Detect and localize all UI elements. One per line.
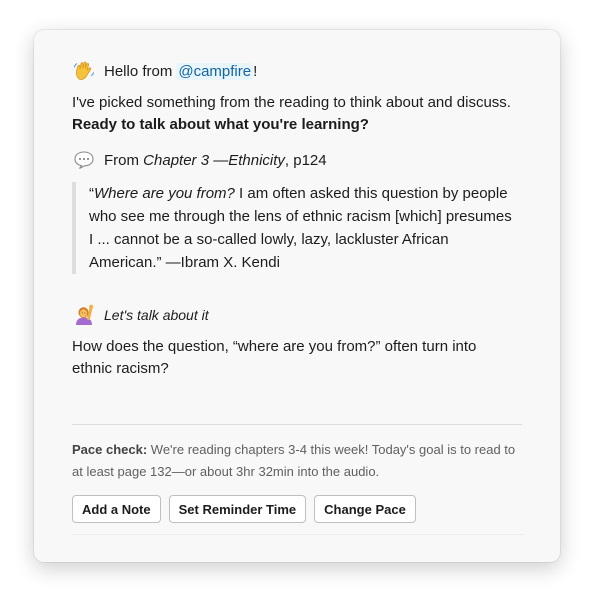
greeting-line: Hello from @campfire ! <box>72 58 524 84</box>
source-chapter: Chapter 3 —Ethnicity <box>143 151 285 169</box>
bottom-divider <box>72 534 524 535</box>
message-content: Hello from @campfire ! I've picked somet… <box>72 58 524 523</box>
pace-line-1-rest: We're reading chapters 3-4 this week! To… <box>147 442 516 457</box>
action-buttons: Add a Note Set Reminder Time Change Pace <box>72 495 524 523</box>
quote-line-1: “Where are you from? I am often asked th… <box>89 182 524 205</box>
pace-label: Pace check: <box>72 442 148 457</box>
message-card: Hello from @campfire ! I've picked somet… <box>34 30 560 562</box>
quote-line-2: who see me through the lens of ethnic ra… <box>89 208 512 225</box>
question-line-1: How does the question, “where are you fr… <box>72 338 477 355</box>
source-from: From <box>104 151 139 169</box>
change-pace-button[interactable]: Change Pace <box>314 495 416 523</box>
quote-block: “Where are you from? I am often asked th… <box>72 182 524 274</box>
speech-balloon-icon <box>72 148 96 172</box>
add-note-button[interactable]: Add a Note <box>72 495 161 523</box>
pace-check-text: Pace check: We're reading chapters 3-4 t… <box>72 439 524 483</box>
section-divider <box>72 424 522 425</box>
source-page: , p124 <box>284 151 327 169</box>
set-reminder-time-button[interactable]: Set Reminder Time <box>168 495 307 523</box>
question-line-2: ethnic racism? <box>72 360 169 377</box>
intro-text: I've picked something from the reading t… <box>72 92 524 136</box>
pace-line-1: Pace check: We're reading chapters 3-4 t… <box>72 439 524 461</box>
quote-italic: Where are you from? <box>94 185 235 202</box>
waving-hand-icon <box>72 59 96 83</box>
greeting-suffix: ! <box>253 62 258 80</box>
talk-heading: Let's talk about it <box>72 302 524 328</box>
pace-line-2: at least page 132—or about 3hr 32min int… <box>72 464 380 479</box>
quote-line-4: American.” —Ibram X. Kendi <box>89 254 280 271</box>
intro-line-1: I've picked something from the reading t… <box>72 94 511 111</box>
person-raising-hand-icon <box>72 303 96 327</box>
quote-line-1-rest: I am often asked this question by people <box>234 185 508 202</box>
quote-line-3: I ... cannot be a so-called lowly, lazy,… <box>89 231 449 248</box>
source-line: From Chapter 3 —Ethnicity, p124 <box>72 148 524 172</box>
campfire-mention-link[interactable]: @campfire <box>176 62 254 80</box>
discussion-question: How does the question, “where are you fr… <box>72 336 524 380</box>
talk-label: Let's talk about it <box>104 307 209 323</box>
intro-line-2: Ready to talk about what you're learning… <box>72 116 369 133</box>
greeting-prefix: Hello from <box>104 62 173 80</box>
